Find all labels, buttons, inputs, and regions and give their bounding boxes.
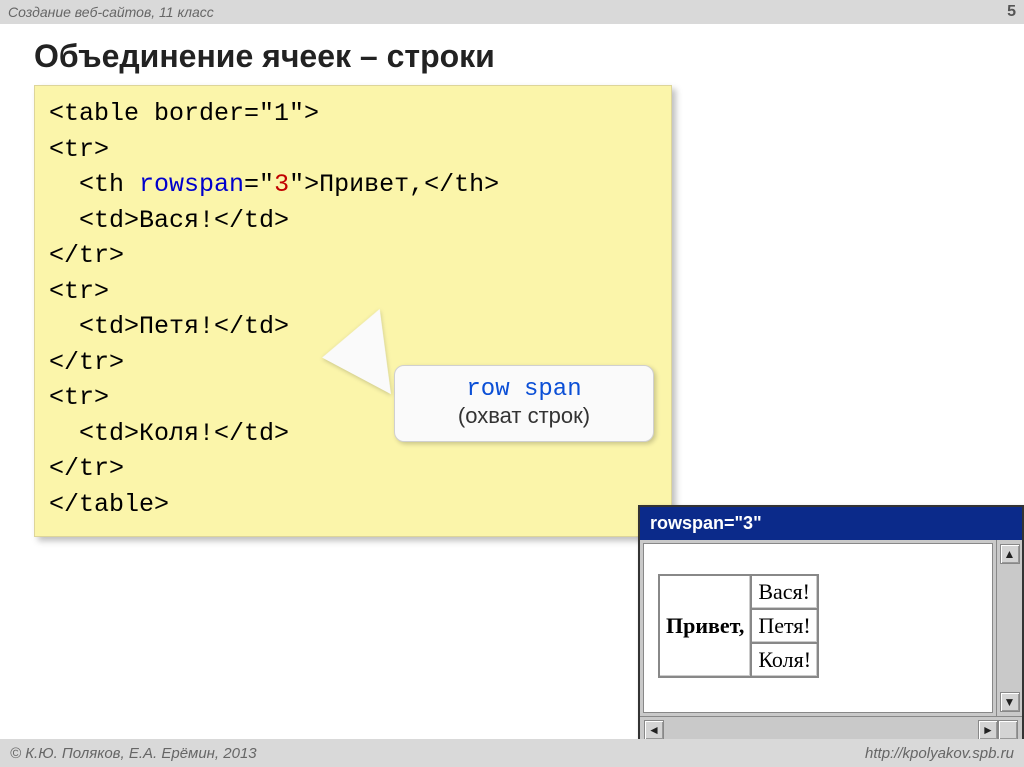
scroll-down-icon[interactable]: ▼ — [1000, 692, 1020, 712]
scroll-right-icon[interactable]: ► — [978, 720, 998, 740]
demo-cell: Коля! — [751, 643, 818, 677]
demo-cell: Петя! — [751, 609, 818, 643]
demo-table: Привет, Вася! Петя! Коля! — [658, 574, 819, 678]
result-title: rowspan="3" — [640, 507, 1022, 540]
page-title: Объединение ячеек – строки — [34, 38, 1024, 75]
footer-url: http://kpolyakov.spb.ru — [865, 745, 1014, 762]
footer: © К.Ю. Поляков, Е.А. Ерёмин, 2013 http:/… — [0, 739, 1024, 767]
vertical-scrollbar[interactable]: ▲ ▼ — [996, 540, 1022, 716]
scroll-up-icon[interactable]: ▲ — [1000, 544, 1020, 564]
page-number: 5 — [1007, 3, 1016, 21]
scroll-corner — [998, 720, 1018, 740]
result-window: rowspan="3" Привет, Вася! Петя! Коля! ▲ … — [638, 505, 1024, 744]
callout-sub: (охват строк) — [409, 403, 639, 429]
course-name: Создание веб-сайтов, 11 класс — [8, 4, 214, 20]
result-view: Привет, Вася! Петя! Коля! — [643, 543, 993, 713]
top-bar: Создание веб-сайтов, 11 класс 5 — [0, 0, 1024, 24]
callout-box: row span (охват строк) — [394, 365, 654, 442]
copyright: © К.Ю. Поляков, Е.А. Ерёмин, 2013 — [10, 745, 257, 762]
scroll-left-icon[interactable]: ◄ — [644, 720, 664, 740]
callout-keyword: row span — [409, 376, 639, 403]
demo-cell: Вася! — [751, 575, 818, 609]
demo-header-cell: Привет, — [659, 575, 751, 677]
